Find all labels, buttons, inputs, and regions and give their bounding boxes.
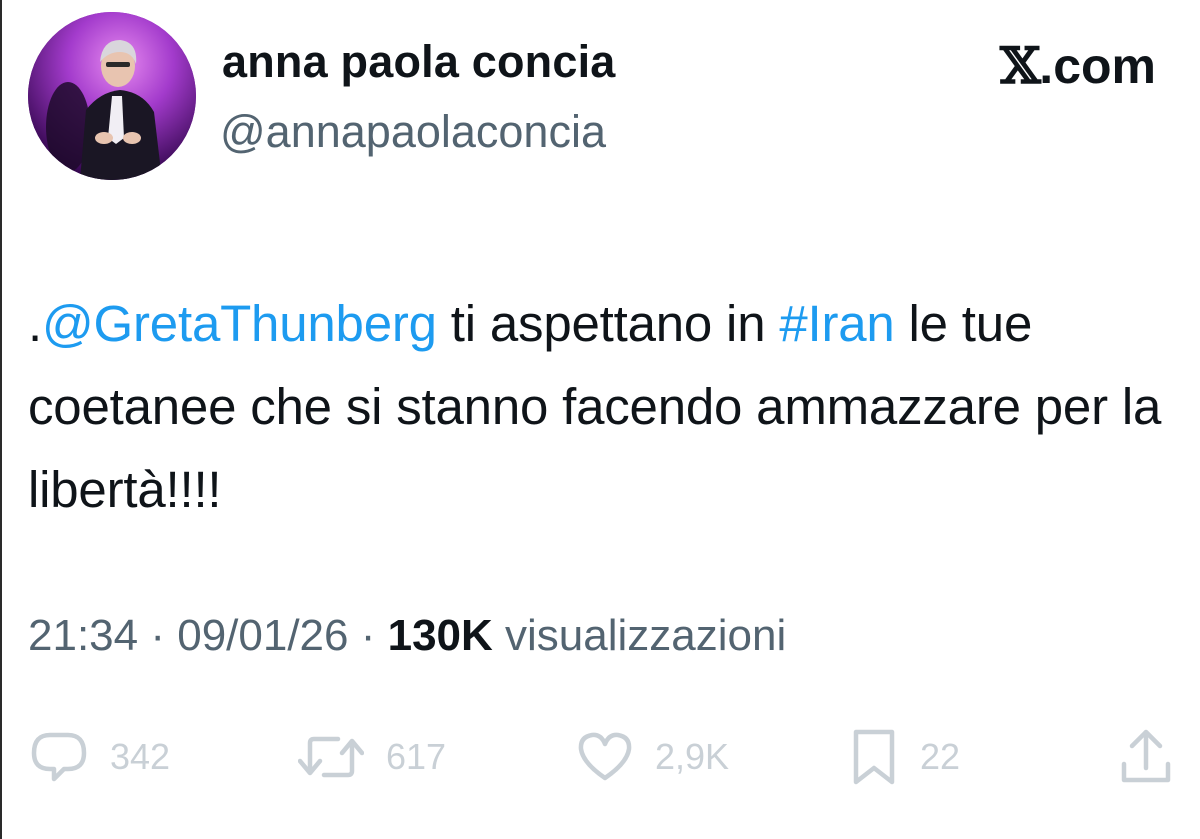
tweet-date[interactable]: 09/01/26: [177, 611, 348, 660]
share-icon: [1121, 729, 1171, 783]
meta-separator: ·: [348, 611, 388, 660]
views-label: visualizzazioni: [492, 611, 787, 660]
meta-separator: ·: [138, 611, 178, 660]
reply-count: 342: [110, 736, 171, 777]
mention-link[interactable]: @GretaThunberg: [42, 295, 437, 352]
like-button[interactable]: 2,9K: [577, 722, 729, 792]
hashtag-link[interactable]: #Iran: [779, 295, 894, 352]
retweet-button[interactable]: 617: [298, 722, 446, 792]
heart-icon: [578, 732, 632, 781]
user-handle[interactable]: @annapaolaconcia: [220, 106, 606, 158]
bookmark-count: 22: [920, 736, 961, 777]
site-logo: 𝕏.com: [999, 36, 1156, 95]
views-count: 130K: [387, 611, 493, 660]
retweet-icon: [298, 736, 364, 778]
avatar-photo: [28, 12, 196, 180]
tweet-meta: 21:34 · 09/01/26 · 130K visualizzazioni: [28, 610, 786, 662]
tweet-card: anna paola concia @annapaolaconcia 𝕏.com…: [0, 0, 1200, 839]
bookmark-icon: [853, 729, 895, 785]
bookmark-button[interactable]: 22: [850, 722, 960, 792]
tweet-text-part-1: ti aspettano in: [436, 295, 780, 352]
like-count: 2,9K: [655, 736, 730, 777]
tweet-prefix: .: [28, 295, 42, 352]
share-button[interactable]: [1120, 722, 1172, 792]
display-name[interactable]: anna paola concia: [222, 36, 616, 88]
retweet-count: 617: [386, 736, 447, 777]
tweet-text: .@GretaThunberg ti aspettano in #Iran le…: [28, 282, 1188, 531]
left-border: [0, 0, 2, 839]
reply-button[interactable]: 342: [30, 722, 170, 792]
x-logo-icon: 𝕏: [999, 36, 1041, 95]
action-bar: 342 617 2,9K 22: [0, 722, 1200, 792]
tweet-time[interactable]: 21:34: [28, 611, 138, 660]
reply-icon: [31, 732, 87, 782]
site-logo-suffix: .com: [1039, 38, 1156, 94]
avatar[interactable]: [28, 12, 196, 180]
